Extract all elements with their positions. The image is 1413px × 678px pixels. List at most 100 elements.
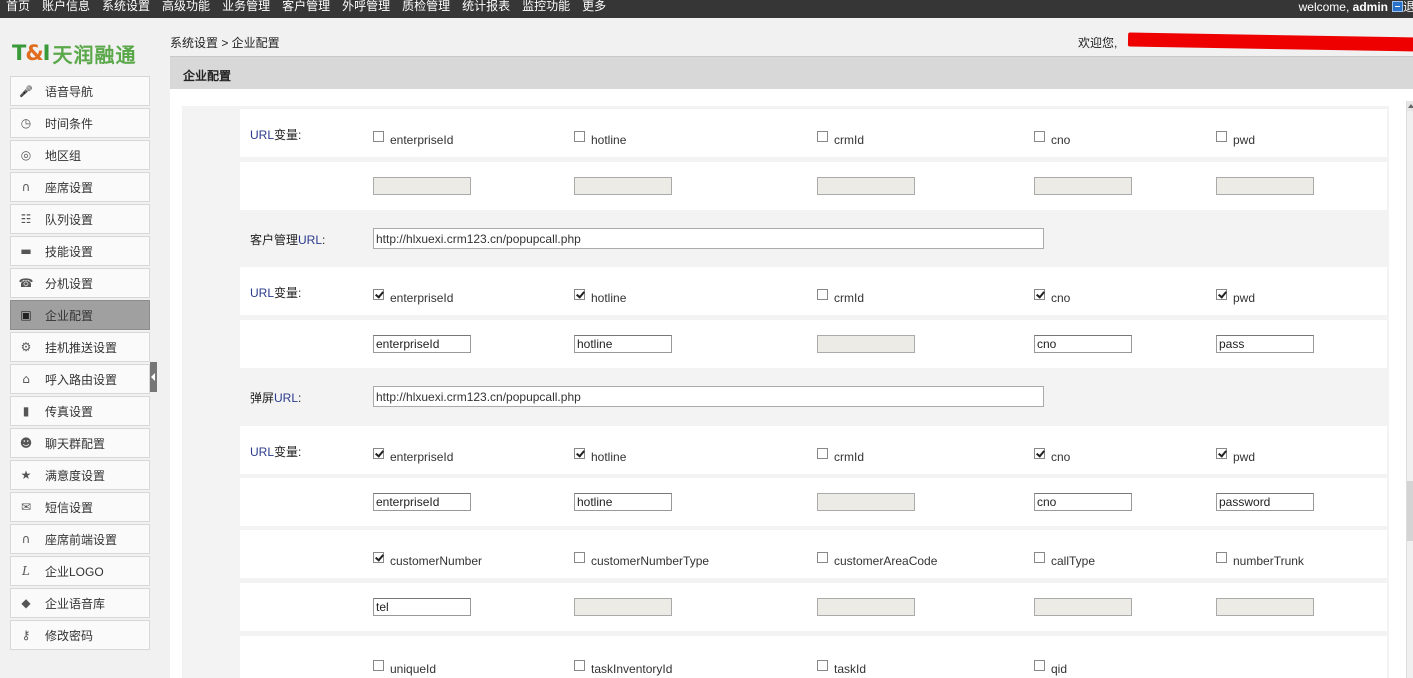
checkbox-box[interactable] bbox=[1216, 130, 1227, 142]
url-var-checkbox[interactable]: enterpriseId bbox=[373, 130, 453, 147]
sidebar-collapse-handle[interactable] bbox=[150, 362, 157, 392]
url-var-checkbox[interactable]: qid bbox=[1034, 659, 1067, 676]
url-var-checkbox[interactable]: crmId bbox=[817, 130, 864, 147]
sidebar-item[interactable]: ★ 满意度设置 bbox=[10, 460, 150, 490]
sidebar-item[interactable]: ◷ 时间条件 bbox=[10, 108, 150, 138]
topnav-item[interactable]: 系统设置 bbox=[96, 0, 156, 18]
url-var-checkbox[interactable]: crmId bbox=[817, 288, 864, 305]
url-var-input[interactable] bbox=[373, 493, 471, 511]
checkbox-box[interactable] bbox=[574, 659, 585, 671]
checkbox-box[interactable] bbox=[574, 130, 585, 142]
sidebar-item[interactable]: ◎ 地区组 bbox=[10, 140, 150, 170]
topnav-item[interactable]: 首页 bbox=[0, 0, 36, 18]
checkbox-box[interactable] bbox=[817, 130, 828, 142]
url-var-input[interactable] bbox=[817, 177, 915, 195]
url-var-checkbox[interactable]: cno bbox=[1034, 288, 1070, 305]
checkbox-box[interactable] bbox=[817, 288, 828, 300]
topnav-item[interactable]: 监控功能 bbox=[516, 0, 576, 18]
url-var-checkbox[interactable]: taskInventoryId bbox=[574, 659, 672, 676]
topnav-item[interactable]: 客户管理 bbox=[276, 0, 336, 18]
url-var-input[interactable] bbox=[1034, 177, 1132, 195]
url-var-checkbox[interactable]: cno bbox=[1034, 130, 1070, 147]
url-var-checkbox[interactable]: customerNumberType bbox=[574, 551, 709, 568]
checkbox-box[interactable] bbox=[1034, 288, 1045, 300]
sidebar-item[interactable]: ∩ 座席前端设置 bbox=[10, 524, 150, 554]
sidebar-item[interactable]: ▬ 技能设置 bbox=[10, 236, 150, 266]
sidebar-item[interactable]: ⌂ 呼入路由设置 bbox=[10, 364, 150, 394]
checkbox-box[interactable] bbox=[1216, 288, 1227, 300]
sidebar-item[interactable]: ☻ 聊天群配置 bbox=[10, 428, 150, 458]
topnav-item[interactable]: 质检管理 bbox=[396, 0, 456, 18]
checkbox-box[interactable] bbox=[1034, 659, 1045, 671]
url-var-input[interactable] bbox=[1216, 493, 1314, 511]
logout-link[interactable]: 退出 bbox=[1403, 0, 1413, 14]
url-var-checkbox[interactable]: hotline bbox=[574, 288, 626, 305]
topnav-item[interactable]: 统计报表 bbox=[456, 0, 516, 18]
url-var-input[interactable] bbox=[373, 598, 471, 616]
url-var-checkbox[interactable]: enterpriseId bbox=[373, 447, 453, 464]
url-var-checkbox[interactable]: hotline bbox=[574, 130, 626, 147]
url-var-input[interactable] bbox=[373, 335, 471, 353]
url-var-checkbox[interactable]: cno bbox=[1034, 447, 1070, 464]
sidebar-item[interactable]: ⚷ 修改密码 bbox=[10, 620, 150, 650]
logout-icon[interactable] bbox=[1392, 1, 1403, 12]
topnav-item[interactable]: 高级功能 bbox=[156, 0, 216, 18]
url-var-checkbox[interactable]: crmId bbox=[817, 447, 864, 464]
topnav-item[interactable]: 账户信息 bbox=[36, 0, 96, 18]
checkbox-box[interactable] bbox=[373, 551, 384, 563]
url-var-input[interactable] bbox=[817, 493, 915, 511]
scrollbar[interactable] bbox=[1406, 101, 1413, 678]
sidebar-item[interactable]: ⚙ 挂机推送设置 bbox=[10, 332, 150, 362]
sidebar-item[interactable]: ☷ 队列设置 bbox=[10, 204, 150, 234]
url-var-checkbox[interactable]: pwd bbox=[1216, 447, 1255, 464]
sidebar-item[interactable]: ✉ 短信设置 bbox=[10, 492, 150, 522]
topnav-item[interactable]: 更多 bbox=[576, 0, 612, 18]
checkbox-box[interactable] bbox=[1034, 447, 1045, 459]
url-var-input[interactable] bbox=[574, 335, 672, 353]
url-var-input[interactable] bbox=[574, 177, 672, 195]
checkbox-box[interactable] bbox=[817, 551, 828, 563]
popup-url-input[interactable] bbox=[373, 386, 1044, 407]
checkbox-box[interactable] bbox=[1216, 447, 1227, 459]
checkbox-box[interactable] bbox=[1034, 130, 1045, 142]
sidebar-item[interactable]: ▣ 企业配置 bbox=[10, 300, 150, 330]
url-var-checkbox[interactable]: hotline bbox=[574, 447, 626, 464]
checkbox-box[interactable] bbox=[373, 447, 384, 459]
checkbox-box[interactable] bbox=[1216, 551, 1227, 563]
checkbox-box[interactable] bbox=[373, 130, 384, 142]
checkbox-box[interactable] bbox=[1034, 551, 1045, 563]
crm-url-input[interactable] bbox=[373, 228, 1044, 249]
scroll-up-arrow[interactable] bbox=[1407, 101, 1413, 111]
url-var-checkbox[interactable]: taskId bbox=[817, 659, 866, 676]
topnav-item[interactable]: 业务管理 bbox=[216, 0, 276, 18]
checkbox-box[interactable] bbox=[574, 551, 585, 563]
url-var-checkbox[interactable]: enterpriseId bbox=[373, 288, 453, 305]
topnav-item[interactable]: 外呼管理 bbox=[336, 0, 396, 18]
checkbox-box[interactable] bbox=[373, 659, 384, 671]
url-var-checkbox[interactable]: pwd bbox=[1216, 130, 1255, 147]
url-var-input[interactable] bbox=[574, 493, 672, 511]
url-var-checkbox[interactable]: numberTrunk bbox=[1216, 551, 1304, 568]
sidebar-item[interactable]: ☎ 分机设置 bbox=[10, 268, 150, 298]
url-var-input[interactable] bbox=[1034, 598, 1132, 616]
url-var-input[interactable] bbox=[817, 335, 915, 353]
sidebar-item[interactable]: 🎤 语音导航 bbox=[10, 76, 150, 106]
checkbox-box[interactable] bbox=[373, 288, 384, 300]
url-var-input[interactable] bbox=[1216, 598, 1314, 616]
url-var-input[interactable] bbox=[1216, 335, 1314, 353]
checkbox-box[interactable] bbox=[817, 659, 828, 671]
url-var-input[interactable] bbox=[817, 598, 915, 616]
url-var-checkbox[interactable]: customerNumber bbox=[373, 551, 482, 568]
checkbox-box[interactable] bbox=[817, 447, 828, 459]
url-var-checkbox[interactable]: customerAreaCode bbox=[817, 551, 937, 568]
url-var-input[interactable] bbox=[373, 177, 471, 195]
url-var-input[interactable] bbox=[574, 598, 672, 616]
sidebar-item[interactable]: ◆ 企业语音库 bbox=[10, 588, 150, 618]
sidebar-item[interactable]: L 企业LOGO bbox=[10, 556, 150, 586]
checkbox-box[interactable] bbox=[574, 288, 585, 300]
sidebar-item[interactable]: ∩ 座席设置 bbox=[10, 172, 150, 202]
url-var-checkbox[interactable]: callType bbox=[1034, 551, 1095, 568]
sidebar-item[interactable]: ▮ 传真设置 bbox=[10, 396, 150, 426]
url-var-checkbox[interactable]: uniqueId bbox=[373, 659, 436, 676]
url-var-input[interactable] bbox=[1216, 177, 1314, 195]
